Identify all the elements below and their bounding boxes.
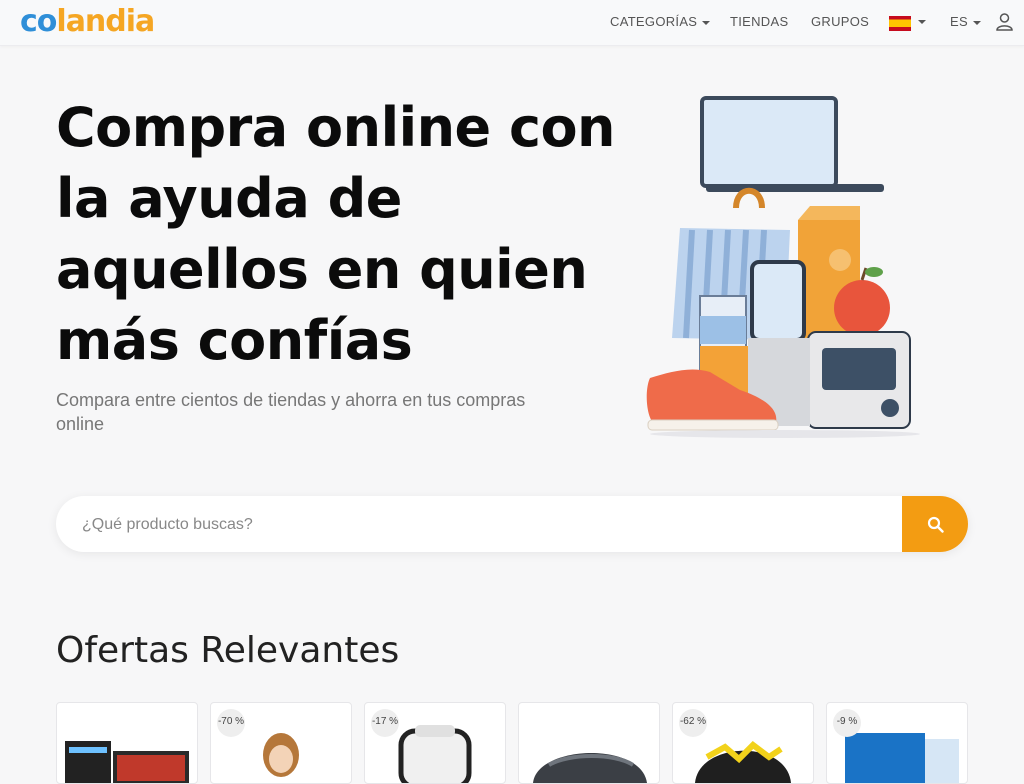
discount-badge: -9 %: [833, 709, 861, 737]
logo-part-blue: co: [20, 4, 57, 39]
helmet-image: [533, 752, 647, 783]
search-bar: [56, 496, 968, 552]
language-dropdown[interactable]: ES: [950, 14, 981, 30]
chevron-down-icon: [702, 20, 711, 25]
hero-title: Compra online con la ayuda de aquellos e…: [56, 96, 616, 372]
logo-part-orange: landia: [56, 4, 155, 39]
spain-flag-icon[interactable]: [889, 16, 911, 31]
nav-categories-label: CATEGORÍAS: [610, 14, 698, 29]
search-icon: [927, 516, 944, 533]
offers-section-title: Ofertas Relevantes: [56, 630, 400, 671]
discount-badge: -70 %: [217, 709, 245, 737]
brand-logo[interactable]: colandia: [20, 4, 155, 40]
product-card[interactable]: -9 %: [826, 702, 968, 784]
nav-groups-link[interactable]: GRUPOS: [811, 14, 869, 30]
product-card[interactable]: [518, 702, 660, 784]
nav-groups-label: GRUPOS: [811, 14, 870, 29]
product-card[interactable]: -70 %: [210, 702, 352, 784]
search-input[interactable]: [80, 496, 884, 552]
discount-badge: -17 %: [371, 709, 399, 737]
shopping-illustration: [646, 96, 920, 438]
top-navbar: colandia CATEGORÍAS TIENDAS GRUPOS ES: [0, 0, 1024, 46]
hero-subtitle: Compara entre cientos de tiendas y ahorr…: [56, 390, 526, 434]
gaming-pc-image: [65, 741, 189, 783]
discount-badge: -62 %: [679, 709, 707, 737]
user-icon[interactable]: [996, 13, 1013, 31]
product-card[interactable]: -17 %: [364, 702, 506, 784]
chevron-down-icon: [972, 20, 981, 25]
product-card[interactable]: [56, 702, 198, 784]
product-card[interactable]: -62 %: [672, 702, 814, 784]
nav-stores-label: TIENDAS: [730, 14, 789, 29]
language-label: ES: [950, 14, 968, 29]
nav-stores-link[interactable]: TIENDAS: [730, 14, 788, 30]
nav-categories-dropdown[interactable]: CATEGORÍAS: [610, 14, 711, 30]
search-button[interactable]: [902, 496, 968, 552]
chevron-down-icon[interactable]: [918, 20, 926, 24]
